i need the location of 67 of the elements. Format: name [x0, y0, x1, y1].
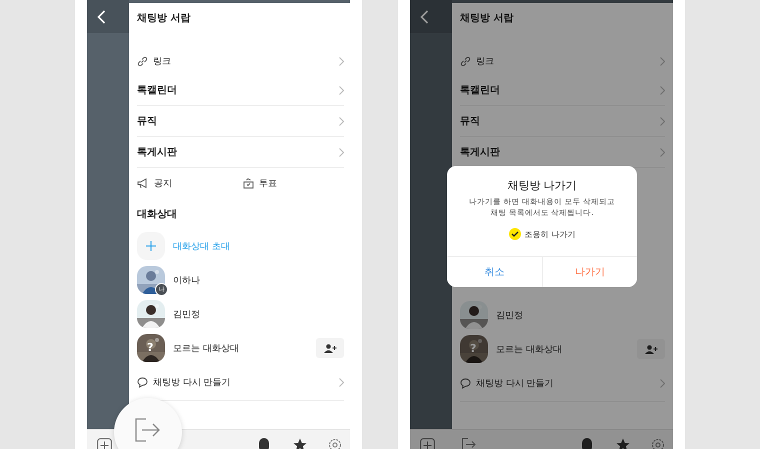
chevron-icon	[339, 57, 344, 66]
add-friend-button[interactable]	[637, 339, 665, 359]
chevron-icon	[660, 379, 665, 388]
member-name[interactable]: 모르는 대화상대	[173, 342, 239, 354]
add-icon[interactable]	[97, 438, 112, 449]
chevron-icon	[660, 116, 665, 126]
ballot-box-icon	[243, 178, 254, 188]
item-label: 톡게시판	[137, 146, 177, 159]
option-label: 조용히 나가기	[524, 228, 576, 240]
star-icon[interactable]	[293, 438, 307, 449]
member-name[interactable]: 김민정	[173, 308, 200, 320]
unknown-mark: ?	[470, 342, 476, 355]
drawer-item[interactable]: 링크	[460, 48, 665, 75]
add-icon[interactable]	[420, 438, 435, 449]
link-icon	[460, 56, 471, 67]
add-person-icon	[644, 344, 658, 354]
drawer-title: 채팅방 서랍	[137, 12, 192, 26]
chevron-icon	[660, 86, 665, 94]
dialog-title: 채팅방 나가기	[507, 178, 577, 193]
item-label: 링크	[476, 56, 494, 68]
chevron-icon	[660, 148, 665, 156]
add-person-icon	[324, 344, 336, 352]
section-heading: 대화상대	[137, 208, 177, 220]
drawer-item[interactable]: 뮤직	[137, 106, 344, 137]
chevron-icon	[660, 57, 665, 66]
star-icon[interactable]	[616, 438, 630, 449]
item-label: 채팅방 다시 만들기	[153, 377, 231, 389]
settings-icon[interactable]	[651, 438, 665, 449]
add-friend-button[interactable]	[316, 338, 344, 358]
drawer-item[interactable]: 톡게시판	[137, 137, 344, 168]
item-label: 뮤직	[137, 115, 157, 128]
settings-icon[interactable]	[328, 438, 342, 449]
item-label: 채팅방 다시 만들기	[476, 378, 554, 390]
drawer-item[interactable]: 톡캘린더	[137, 75, 344, 106]
invite-label: 대화상대 초대	[173, 240, 230, 252]
drawer-item[interactable]: 링크	[137, 48, 344, 75]
chevron-icon	[339, 116, 344, 126]
link-icon	[137, 56, 148, 67]
item-label[interactable]: 투표	[259, 176, 277, 190]
checkmark-icon	[510, 231, 519, 237]
item-label: 톡게시판	[460, 146, 500, 159]
item-label: 링크	[153, 56, 171, 68]
drawer-item[interactable]: 뮤직	[460, 106, 665, 137]
item-label: 톡캘린더	[460, 84, 500, 97]
item-label: 뮤직	[460, 115, 480, 128]
unknown-mark: ?	[147, 341, 154, 354]
exit-icon[interactable]	[462, 438, 476, 449]
megaphone-icon	[137, 178, 149, 188]
chevron-icon	[339, 86, 344, 94]
chevron-icon	[339, 378, 344, 387]
member-name[interactable]: 이하나	[173, 274, 200, 286]
item-label[interactable]: 공지	[154, 176, 172, 190]
speech-bubble-icon	[137, 377, 148, 388]
drawer-title: 채팅방 서랍	[460, 12, 514, 26]
member-name[interactable]: 김민정	[496, 308, 523, 322]
checkbox[interactable]	[508, 228, 521, 240]
back-icon[interactable]	[97, 10, 106, 24]
speech-bubble-icon	[460, 378, 471, 389]
chevron-icon	[339, 148, 344, 156]
drawer-item[interactable]: 톡캘린더	[460, 75, 665, 106]
item-label: 톡캘린더	[137, 84, 177, 97]
exit-icon	[135, 418, 161, 442]
exit-button[interactable]	[114, 398, 182, 449]
drawer-item[interactable]: 채팅방 다시 만들기	[460, 366, 665, 402]
plus-icon	[137, 232, 165, 260]
member-name[interactable]: 모르는 대화상대	[496, 342, 562, 356]
back-icon[interactable]	[420, 10, 429, 24]
